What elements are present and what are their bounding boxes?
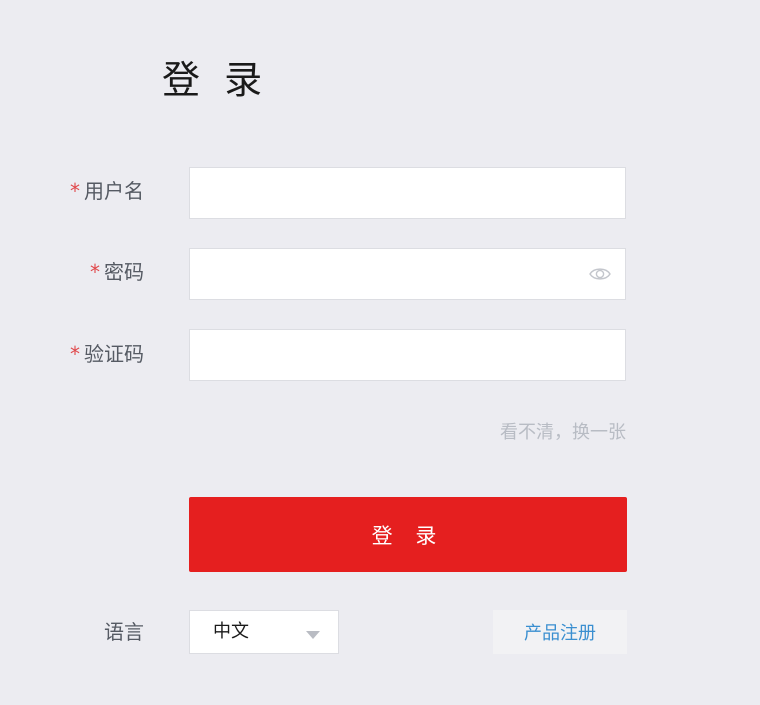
captcha-refresh-link[interactable]: 看不清，换一张 <box>500 421 626 445</box>
product-register-button[interactable]: 产品注册 <box>493 610 627 654</box>
page-title: 登 录 <box>162 58 269 102</box>
captcha-label: * 验证码 <box>70 340 144 368</box>
captcha-field-container <box>189 329 626 381</box>
language-selected-value: 中文 <box>213 621 249 642</box>
password-label-text: 密码 <box>104 260 144 284</box>
required-mark: * <box>90 260 100 284</box>
language-label: 语言 <box>104 620 144 644</box>
eye-icon[interactable] <box>589 266 611 282</box>
login-button[interactable]: 登 录 <box>189 497 627 572</box>
username-input[interactable] <box>190 168 625 218</box>
username-label: * 用户名 <box>70 177 144 205</box>
password-label: * 密码 <box>90 258 144 286</box>
chevron-down-icon <box>306 631 320 639</box>
language-select[interactable]: 中文 <box>189 610 339 654</box>
username-label-text: 用户名 <box>84 179 144 203</box>
required-mark: * <box>70 179 80 203</box>
username-field-container <box>189 167 626 219</box>
password-field-container <box>189 248 626 300</box>
captcha-input[interactable] <box>190 330 625 380</box>
captcha-label-text: 验证码 <box>84 342 144 366</box>
password-input[interactable] <box>190 249 625 299</box>
required-mark: * <box>70 342 80 366</box>
